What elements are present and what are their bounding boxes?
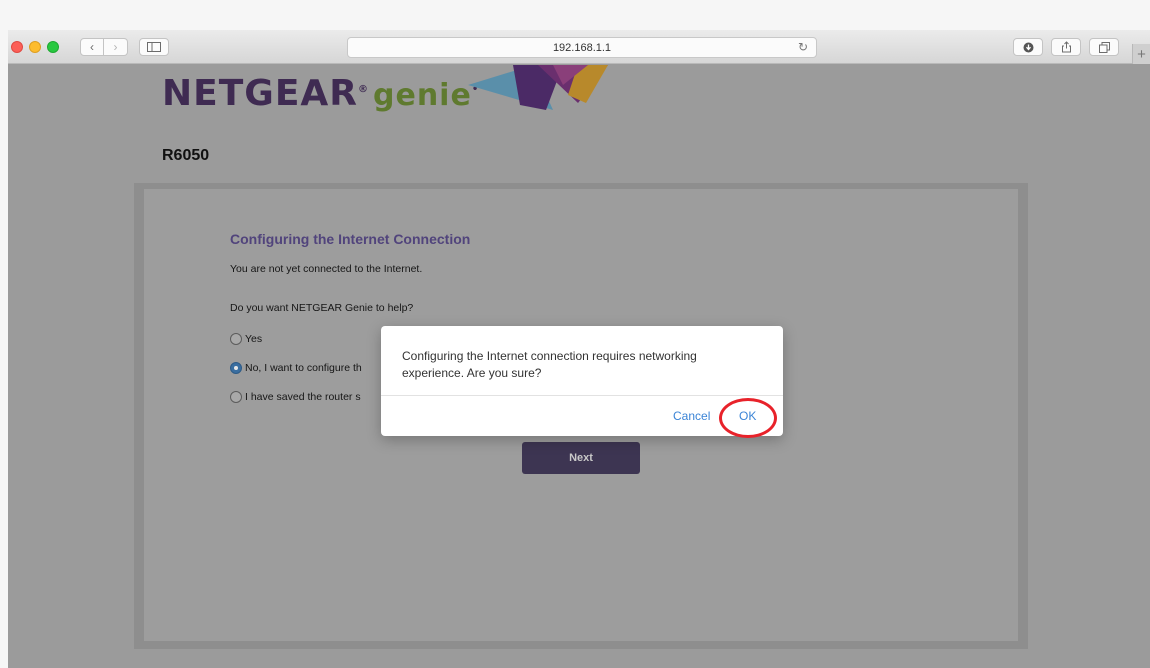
zoom-window-icon[interactable]	[47, 41, 59, 53]
option-yes-label: Yes	[245, 333, 263, 345]
download-icon	[1023, 42, 1033, 52]
confirm-dialog: Configuring the Internet connection requ…	[381, 326, 783, 438]
sidebar-icon	[147, 42, 161, 52]
page-content: NETGEAR® genie• R6050 Configuring the Int…	[8, 65, 1150, 668]
minimize-window-icon[interactable]	[29, 41, 41, 53]
share-icon	[1061, 41, 1071, 53]
address-text: 192.168.1.1	[552, 41, 612, 54]
radio-yes[interactable]	[230, 333, 242, 345]
registered-mark: ®	[358, 84, 369, 95]
radio-saved-settings[interactable]	[230, 391, 242, 403]
tabs-overview-button[interactable]	[1089, 38, 1119, 56]
chevron-left-icon: ‹	[90, 40, 94, 54]
netgear-genie-logo: NETGEAR® genie•	[162, 73, 479, 114]
sidebar-button[interactable]	[139, 38, 169, 56]
option-saved-settings-label: I have saved the router s	[245, 391, 361, 403]
banner-graphic	[468, 65, 608, 110]
browser-window: ‹ › 192.168.1.1 ↻ + NETGEAR® genie• R605…	[8, 30, 1150, 668]
section-title: Configuring the Internet Connection	[230, 231, 471, 247]
dialog-message: Configuring the Internet connection requ…	[402, 349, 697, 380]
highlight-circle-annotation	[719, 398, 777, 438]
close-window-icon[interactable]	[11, 41, 23, 53]
forward-button[interactable]: ›	[104, 38, 128, 56]
chevron-right-icon: ›	[113, 40, 118, 54]
next-button[interactable]: Next	[522, 442, 640, 474]
share-button[interactable]	[1051, 38, 1081, 56]
new-tab-button[interactable]: +	[1132, 44, 1150, 64]
logo-netgear-text: NETGEAR	[162, 73, 358, 114]
help-question: Do you want NETGEAR Genie to help?	[230, 302, 414, 314]
tabs-icon	[1098, 41, 1110, 53]
browser-toolbar: ‹ › 192.168.1.1 ↻ +	[8, 30, 1150, 64]
downloads-button[interactable]	[1013, 38, 1043, 56]
logo-genie-text: genie	[373, 78, 472, 113]
connection-status-text: You are not yet connected to the Interne…	[230, 263, 423, 275]
radio-no-manual[interactable]	[230, 362, 242, 374]
option-saved-settings[interactable]: I have saved the router s	[230, 391, 361, 403]
plus-icon: +	[1137, 45, 1146, 63]
back-button[interactable]: ‹	[80, 38, 104, 56]
option-yes[interactable]: Yes	[230, 333, 262, 345]
router-model: R6050	[162, 147, 210, 164]
dialog-divider	[381, 395, 783, 396]
option-no-manual-label: No, I want to configure th	[245, 362, 362, 374]
navigation-buttons: ‹ ›	[80, 38, 128, 56]
reload-icon[interactable]: ↻	[798, 40, 808, 54]
address-bar[interactable]: 192.168.1.1 ↻	[347, 37, 817, 58]
option-no-manual[interactable]: No, I want to configure th	[230, 362, 362, 374]
cancel-button[interactable]: Cancel	[673, 409, 710, 423]
